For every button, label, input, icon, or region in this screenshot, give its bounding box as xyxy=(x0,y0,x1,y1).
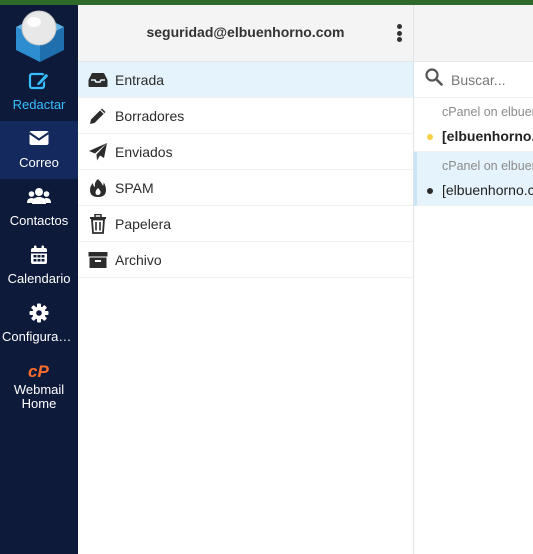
main-sidebar: Redactar Correo Contactos Calendario Con… xyxy=(0,5,78,554)
sidebar-item-settings[interactable]: Configuraci… xyxy=(0,295,78,353)
folder-label: Papelera xyxy=(115,215,172,232)
sidebar-item-calendar[interactable]: Calendario xyxy=(0,237,78,295)
archive-icon xyxy=(87,250,109,270)
folder-label: Enviados xyxy=(115,143,173,160)
calendar-icon xyxy=(0,245,78,265)
folder-label: Entrada xyxy=(115,71,165,88)
search-bar xyxy=(414,62,533,98)
folder-label: Archivo xyxy=(115,251,162,268)
sidebar-item-label: Configuraci… xyxy=(2,329,78,344)
pencil-icon xyxy=(87,106,109,126)
inbox-icon xyxy=(87,70,109,90)
trash-icon xyxy=(87,213,109,234)
compose-icon xyxy=(0,71,78,91)
message-list-pane: cPanel on elbuenhorno.com [elbuenhorno.c… xyxy=(414,5,533,554)
envelope-icon xyxy=(0,129,78,149)
sidebar-item-label: Calendario xyxy=(7,271,71,286)
users-icon xyxy=(0,187,78,207)
sidebar-item-mail[interactable]: Correo xyxy=(0,121,78,179)
search-input[interactable] xyxy=(451,71,533,88)
folder-item-inbox[interactable]: Entrada xyxy=(78,62,413,98)
message-sender: cPanel on elbuenhorno.com xyxy=(442,159,533,173)
folder-pane: seguridad@elbuenhorno.com Entrada Borrad… xyxy=(78,5,414,554)
sidebar-item-label: Contactos xyxy=(9,213,69,228)
sidebar-item-label: Redactar xyxy=(12,97,66,112)
unread-dot-icon xyxy=(427,134,433,140)
message-sender: cPanel on elbuenhorno.com xyxy=(442,105,533,119)
sidebar-item-label: Correo xyxy=(19,155,59,170)
sidebar-item-webmail-home[interactable]: cP Webmail Home xyxy=(0,353,78,419)
sidebar-item-label: Webmail Home xyxy=(13,383,65,411)
search-icon[interactable] xyxy=(425,68,443,91)
message-row[interactable]: cPanel on elbuenhorno.com [elbuenhorno.c… xyxy=(414,152,533,206)
fire-icon xyxy=(87,178,109,198)
cpanel-icon: cP xyxy=(0,361,78,381)
folder-item-spam[interactable]: SPAM xyxy=(78,170,413,206)
account-email: seguridad@elbuenhorno.com xyxy=(146,24,345,40)
dot-icon xyxy=(396,37,402,42)
folder-item-drafts[interactable]: Borradores xyxy=(78,98,413,134)
roundcube-logo[interactable] xyxy=(13,8,67,62)
sidebar-item-compose[interactable]: Redactar xyxy=(0,63,78,121)
message-subject: [elbuenhorno.com] xyxy=(442,182,533,198)
account-menu-button[interactable] xyxy=(391,21,407,45)
message-subject: [elbuenhorno.com] xyxy=(442,128,533,144)
folder-pane-header: seguridad@elbuenhorno.com xyxy=(78,5,413,62)
folder-label: Borradores xyxy=(115,107,185,124)
sidebar-item-contacts[interactable]: Contactos xyxy=(0,179,78,237)
dot-icon xyxy=(396,30,402,36)
folder-item-archive[interactable]: Archivo xyxy=(78,242,413,278)
svg-text:cP: cP xyxy=(28,362,49,381)
message-row[interactable]: cPanel on elbuenhorno.com [elbuenhorno.c… xyxy=(414,98,533,152)
message-list-header xyxy=(414,5,533,62)
folder-item-trash[interactable]: Papelera xyxy=(78,206,413,242)
paper-plane-icon xyxy=(87,142,109,162)
folder-item-sent[interactable]: Enviados xyxy=(78,134,413,170)
status-dot-icon xyxy=(427,188,433,194)
folder-label: SPAM xyxy=(115,179,154,196)
dot-icon xyxy=(396,24,402,29)
gear-icon xyxy=(0,303,78,323)
